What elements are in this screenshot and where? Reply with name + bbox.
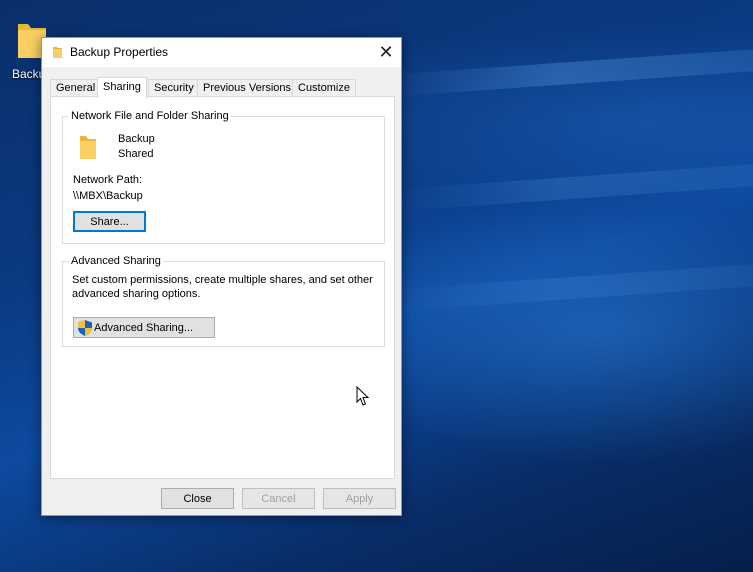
properties-dialog: Backup Properties ✕ General Sharing Secu… (41, 37, 402, 516)
tab-previous-versions[interactable]: Previous Versions (197, 79, 298, 97)
advanced-sharing-button[interactable]: Advanced Sharing... (73, 317, 215, 338)
tab-general[interactable]: General (50, 79, 102, 97)
network-path-value: \\MBX\Backup (73, 190, 143, 202)
mouse-pointer-icon (356, 386, 370, 406)
share-button[interactable]: Share... (73, 211, 146, 232)
folder-icon (80, 136, 96, 159)
dialog-title: Backup Properties (70, 45, 169, 59)
wallpaper-light-beam (390, 260, 753, 312)
sharing-status: Shared (118, 148, 154, 160)
cancel-button[interactable]: Cancel (242, 488, 315, 509)
title-bar[interactable]: Backup Properties ✕ (42, 38, 401, 67)
tab-security[interactable]: Security (148, 79, 200, 97)
advanced-sharing-description: Set custom permissions, create multiple … (72, 274, 373, 300)
network-sharing-group: Network File and Folder Sharing Backup S… (62, 110, 385, 244)
tab-sharing[interactable]: Sharing (97, 77, 147, 98)
apply-button[interactable]: Apply (323, 488, 396, 509)
sharing-tab-panel: Network File and Folder Sharing Backup S… (50, 96, 395, 479)
group-title: Advanced Sharing (69, 255, 163, 267)
group-title: Network File and Folder Sharing (69, 110, 231, 122)
close-icon[interactable]: ✕ (371, 38, 401, 67)
advanced-sharing-group: Advanced Sharing Set custom permissions,… (62, 255, 385, 347)
tab-customize[interactable]: Customize (292, 79, 356, 97)
wallpaper-light-beam (390, 160, 753, 212)
advanced-sharing-button-label: Advanced Sharing... (94, 321, 194, 334)
folder-icon (53, 47, 62, 58)
uac-shield-icon (78, 319, 92, 336)
wallpaper-light-beam (390, 45, 753, 97)
close-button[interactable]: Close (161, 488, 234, 509)
shared-folder-name: Backup (118, 133, 155, 145)
network-path-label: Network Path: (73, 174, 143, 186)
